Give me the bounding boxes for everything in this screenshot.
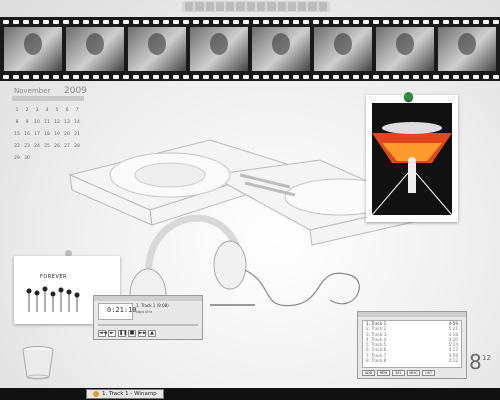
player-bitrate: kbps kHz (136, 310, 152, 314)
film-perforations (0, 74, 500, 80)
playlist-titlebar[interactable] (358, 312, 466, 317)
dock-item[interactable] (256, 2, 266, 11)
winamp-playlist[interactable]: 1. Track 1 4:59 2. Track 2 5:21 3. Track 3 4:… (357, 311, 467, 379)
prev-button[interactable]: ◄◄ (98, 330, 107, 337)
calendar-day[interactable]: 15 (12, 132, 22, 138)
calendar-day[interactable]: 3 (32, 108, 42, 114)
dock-item[interactable] (215, 2, 225, 11)
photo-frame (66, 27, 124, 71)
photo-frame (128, 27, 186, 71)
calendar-day[interactable]: 8 (12, 120, 22, 126)
playlist-list-button[interactable]: LIST (422, 370, 435, 376)
track-name: 8. Track 8 (366, 358, 387, 364)
calendar-day[interactable]: 9 (22, 120, 32, 126)
eject-button[interactable]: ▲ (148, 330, 156, 337)
clock-hour: 8 (469, 350, 482, 374)
calendar-day[interactable]: 22 (12, 144, 22, 150)
dock-item[interactable] (185, 2, 194, 11)
note-title: FOREVER (40, 274, 67, 280)
playlist-select-button[interactable]: SEL (392, 370, 405, 376)
playlist-list[interactable]: 1. Track 1 4:59 2. Track 2 5:21 3. Track 3 4:… (362, 320, 462, 368)
dock-item[interactable] (226, 2, 235, 11)
playlist-misc-button[interactable]: MISC (407, 370, 420, 376)
film-frames (4, 27, 500, 71)
player-time: 0:21:10 (107, 306, 137, 314)
dock-item[interactable] (267, 2, 276, 11)
calendar-day[interactable]: 4 (42, 108, 52, 114)
player-controls: ◄◄ ► ❚❚ ■ ►► ▲ (98, 330, 156, 337)
dock-item[interactable] (205, 2, 214, 11)
calendar-day[interactable]: 7 (72, 108, 82, 114)
track-length: 4:12 (448, 358, 458, 364)
calendar-day[interactable]: 18 (42, 132, 52, 138)
calendar-day[interactable]: 16 (22, 132, 32, 138)
calendar-day[interactable]: 2 (22, 108, 32, 114)
playlist-row[interactable]: 8. Track 8 4:12 (363, 358, 461, 363)
calendar-year: 2009 (64, 86, 87, 96)
photo-frame (252, 27, 310, 71)
dock-item[interactable] (318, 2, 327, 11)
dock-item[interactable] (236, 2, 245, 11)
playlist-remove-button[interactable]: REM (377, 370, 390, 376)
calendar-day[interactable]: 14 (72, 120, 82, 126)
film-strip-wallpaper (0, 17, 500, 81)
player-titlebar[interactable] (94, 296, 202, 301)
dock-item[interactable] (287, 2, 297, 11)
winamp-icon (93, 391, 99, 397)
playlist-add-button[interactable]: ADD (362, 370, 375, 376)
poster-image (372, 103, 452, 215)
film-perforations (0, 19, 500, 25)
play-button[interactable]: ► (108, 330, 116, 337)
calendar-day[interactable]: 23 (22, 144, 32, 150)
stop-button[interactable]: ■ (128, 330, 136, 337)
player-song-title: 1. Track 1 (9:08) (136, 303, 169, 308)
calendar-day[interactable]: 30 (22, 156, 32, 162)
player-display: 0:21:10 (98, 303, 137, 320)
playlist-controls: ADD REM SEL MISC LIST (362, 370, 435, 376)
taskbar-item-label: 1. Track 1 - Winamp (102, 391, 157, 397)
calendar-day[interactable]: 5 (52, 108, 62, 114)
taskbar-item-winamp[interactable]: 1. Track 1 - Winamp (86, 389, 164, 399)
photo-frame (190, 27, 248, 71)
photo-frame (376, 27, 434, 71)
flower-drawing (26, 286, 80, 312)
dock-item[interactable] (298, 2, 307, 11)
calendar-day[interactable]: 12 (52, 120, 62, 126)
calendar-day[interactable]: 24 (32, 144, 42, 150)
recycle-bin-icon[interactable] (20, 344, 56, 380)
poster-widget (366, 95, 458, 222)
desktop: November 2009 1 2 3 4 5 6 7 8 9 10 11 12 13 14 15 16 17 1… (0, 0, 500, 400)
taskbar: 1. Track 1 - Winamp (0, 388, 500, 400)
dock-item[interactable] (246, 2, 255, 11)
calendar-day[interactable]: 13 (62, 120, 72, 126)
calendar-header-bar (12, 96, 84, 101)
pushpin-icon (404, 92, 413, 101)
top-dock (182, 1, 330, 12)
calendar-day[interactable]: 6 (62, 108, 72, 114)
calendar-day[interactable]: 11 (42, 120, 52, 126)
clock-minute: 12 (482, 354, 491, 362)
dock-item[interactable] (195, 2, 204, 11)
pause-button[interactable]: ❚❚ (118, 330, 127, 337)
calendar-month: November (14, 87, 51, 95)
photo-frame (314, 27, 372, 71)
calendar-day[interactable]: 1 (12, 108, 22, 114)
calendar-day[interactable]: 10 (32, 120, 42, 126)
photo-frame (4, 27, 62, 71)
calendar-day[interactable]: 17 (32, 132, 42, 138)
photo-frame (438, 27, 496, 71)
calendar-day[interactable]: 29 (12, 156, 22, 162)
player-seek-bar[interactable] (98, 324, 198, 326)
next-button[interactable]: ►► (138, 330, 147, 337)
dock-item[interactable] (308, 2, 317, 11)
calendar-day[interactable]: 25 (42, 144, 52, 150)
winamp-player[interactable]: 0:21:10 1. Track 1 (9:08) kbps kHz ◄◄ ► … (93, 295, 203, 340)
dock-item[interactable] (277, 2, 286, 11)
